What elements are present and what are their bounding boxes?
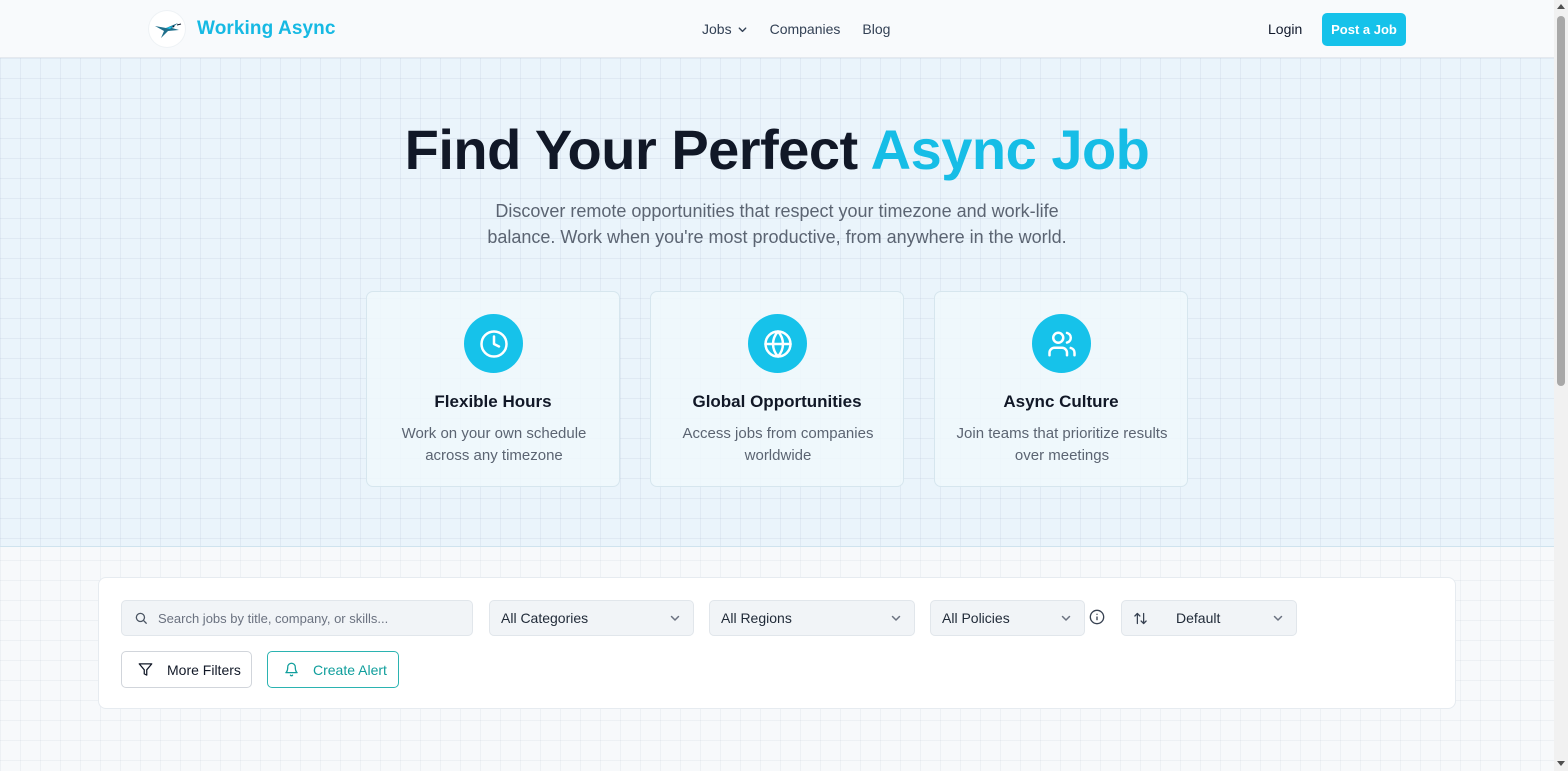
- top-navbar: Working Async Jobs Companies Blog Login …: [0, 0, 1554, 58]
- chevron-down-icon: [738, 26, 746, 32]
- clock-icon: [464, 314, 523, 373]
- policy-select[interactable]: All Policies: [930, 600, 1085, 636]
- brand-logo[interactable]: Working Async: [149, 11, 336, 47]
- region-select-value: All Regions: [721, 610, 792, 626]
- hero-title-accent: Async Job: [870, 118, 1150, 181]
- sort-arrows-icon: [1134, 612, 1147, 624]
- sort-select[interactable]: Default: [1121, 600, 1297, 636]
- scroll-down-icon[interactable]: [1557, 761, 1565, 766]
- nav-jobs-label: Jobs: [702, 21, 732, 37]
- login-link[interactable]: Login: [1268, 21, 1302, 37]
- nav-companies[interactable]: Companies: [770, 21, 841, 37]
- nav-blog-label: Blog: [862, 21, 891, 37]
- nav-companies-label: Companies: [769, 21, 841, 37]
- scroll-thumb[interactable]: [1557, 16, 1565, 386]
- nav-jobs[interactable]: Jobs: [702, 21, 748, 37]
- chevron-down-icon: [891, 615, 901, 621]
- more-filters-label: More Filters: [167, 661, 241, 678]
- search-input[interactable]: [158, 610, 458, 626]
- feature-cards: Flexible Hours Work on your own schedule…: [366, 291, 1188, 487]
- chevron-down-icon: [1273, 615, 1283, 621]
- info-icon[interactable]: [1089, 609, 1105, 625]
- search-icon: [135, 612, 147, 624]
- feature-title: Flexible Hours: [434, 392, 552, 411]
- hero-title: Find Your Perfect Async Job: [0, 117, 1554, 182]
- feature-title: Async Culture: [1003, 392, 1119, 411]
- scroll-up-icon[interactable]: [1557, 4, 1565, 9]
- job-filter-panel: All Categories All Regions All Policies …: [98, 577, 1456, 709]
- region-select[interactable]: All Regions: [709, 600, 915, 636]
- chevron-down-icon: [1061, 615, 1071, 621]
- feature-description: Access jobs from companies worldwide: [682, 425, 874, 464]
- feature-title: Global Opportunities: [692, 392, 862, 411]
- main-nav: Jobs Companies Blog: [702, 21, 890, 37]
- brand-name: Working Async: [197, 18, 336, 39]
- post-job-button[interactable]: Post a Job: [1322, 13, 1406, 46]
- sort-select-value: Default: [1176, 610, 1221, 626]
- feature-description: Work on your own schedule across any tim…: [401, 425, 587, 464]
- more-filters-button[interactable]: More Filters: [121, 651, 252, 688]
- bell-icon: [285, 662, 298, 677]
- feature-description: Join teams that prioritize results over …: [956, 425, 1168, 464]
- feature-card-async-culture: Async Culture Join teams that prioritize…: [934, 291, 1188, 487]
- create-alert-button[interactable]: Create Alert: [267, 651, 399, 688]
- feature-card-flexible-hours: Flexible Hours Work on your own schedule…: [366, 291, 620, 487]
- nav-blog[interactable]: Blog: [862, 21, 890, 37]
- category-select-value: All Categories: [501, 610, 589, 626]
- feature-card-global-opportunities: Global Opportunities Access jobs from co…: [650, 291, 904, 487]
- category-select[interactable]: All Categories: [489, 600, 694, 636]
- page-scrollbar[interactable]: [1554, 0, 1568, 771]
- create-alert-label: Create Alert: [313, 661, 387, 678]
- filter-icon: [138, 663, 153, 676]
- chevron-down-icon: [670, 615, 680, 621]
- hummingbird-logo-icon: [149, 11, 185, 47]
- users-icon: [1032, 314, 1091, 373]
- hero-subtitle: Discover remote opportunities that respe…: [487, 201, 1067, 247]
- globe-icon: [748, 314, 807, 373]
- search-box[interactable]: [121, 600, 473, 636]
- policy-select-value: All Policies: [942, 610, 1010, 626]
- hero-title-main: Find Your Perfect: [404, 118, 859, 181]
